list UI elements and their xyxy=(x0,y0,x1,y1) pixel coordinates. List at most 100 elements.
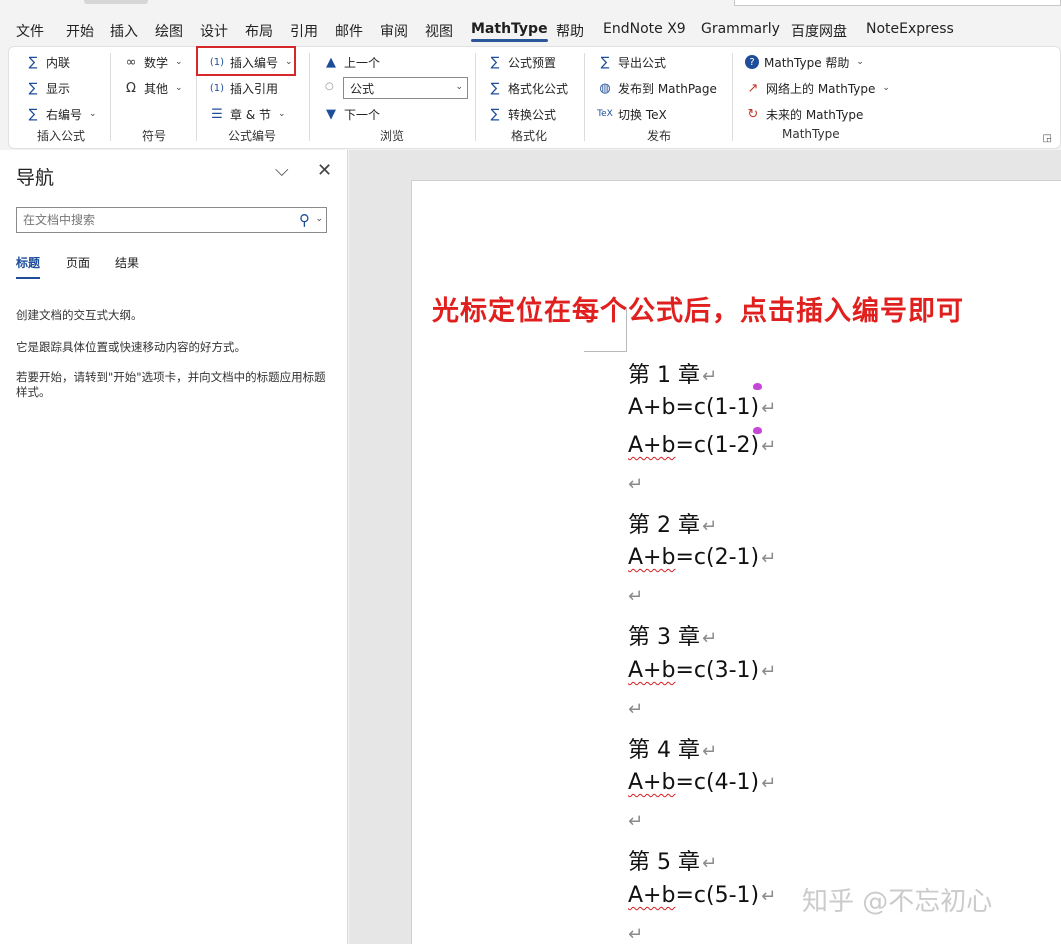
tab-design[interactable]: 设计 xyxy=(200,21,228,41)
paragraph-mark: ↵ xyxy=(761,436,777,457)
tab-home[interactable]: 开始 xyxy=(66,21,94,41)
paragraph-mark: ↵ xyxy=(701,741,718,762)
group-label-numbering: 公式编号 xyxy=(228,129,277,143)
omega-icon: Ω xyxy=(126,80,136,96)
document-canvas: 光标定位在每个公式后，点击插入编号即可 第 1 章 ↵ A+b=c(1-1) ↵ A+b… xyxy=(349,150,1061,944)
tab-draw[interactable]: 绘图 xyxy=(155,21,183,41)
nav-tab-results[interactable]: 结果 xyxy=(115,254,139,271)
nav-search-input[interactable] xyxy=(17,208,287,232)
tab-references[interactable]: 引用 xyxy=(290,21,318,41)
nav-search-box[interactable]: ⚲ ⌄ xyxy=(16,207,327,233)
nav-tab-headings[interactable]: 标题 xyxy=(16,254,41,279)
close-icon[interactable]: ✕ xyxy=(317,160,332,181)
publish-mathpage-button[interactable]: ◍ 发布到 MathPage xyxy=(593,77,721,99)
mathtype-help-button[interactable]: ? MathType 帮助 ⌄ xyxy=(741,51,868,73)
paragraph-mark: ↵ xyxy=(701,366,718,387)
nav-tab-pages[interactable]: 页面 xyxy=(66,254,90,271)
paragraph-mark: ↵ xyxy=(701,516,718,537)
sigma-convert-icon: ∑ xyxy=(490,106,500,122)
equation-text: A+b=c(5-1) xyxy=(628,883,760,908)
tab-view[interactable]: 视图 xyxy=(425,21,453,41)
infinity-icon: ∞ xyxy=(125,54,137,70)
equation-number-icon: (1) xyxy=(209,56,225,68)
sigma-display-icon: ∑ xyxy=(28,80,38,96)
next-equation-button[interactable]: ▼ 下一个 xyxy=(319,103,384,125)
nav-info-text: 创建文档的交互式大纲。 xyxy=(16,308,143,322)
other-symbols-button[interactable]: Ω 其他 ⌄ xyxy=(119,77,187,99)
globe-icon: ◍ xyxy=(599,80,611,96)
equation-text: A+b=c(2-1) xyxy=(628,545,760,570)
chevron-down-icon[interactable]: ⌵ xyxy=(275,160,289,181)
group-label-format: 格式化 xyxy=(511,129,548,143)
future-mathtype-button[interactable]: ↻ 未来的 MathType xyxy=(741,103,867,125)
dialog-launcher-icon[interactable]: ◲ xyxy=(1043,133,1052,144)
tab-noteexpress[interactable]: NoteExpress xyxy=(866,21,954,37)
nav-info-text: 若要开始，请转到"开始"选项卡，并向文档中的标题应用标题样式。 xyxy=(16,370,326,399)
equation-presets-button[interactable]: ∑ 公式预置 xyxy=(483,51,560,73)
nav-info-text: 它是跟踪具体位置或快速移动内容的好方式。 xyxy=(16,340,246,354)
tab-review[interactable]: 审阅 xyxy=(380,21,408,41)
empty-paragraph: ↵ xyxy=(628,924,644,944)
tab-mailings[interactable]: 邮件 xyxy=(335,21,363,41)
chapter-heading-text: 第 1 章 xyxy=(628,363,700,388)
group-label-symbols: 符号 xyxy=(142,129,167,143)
future-icon: ↻ xyxy=(747,106,759,122)
chevron-down-icon: ⌄ xyxy=(856,57,864,67)
tab-baidu-netdisk[interactable]: 百度网盘 xyxy=(791,21,847,41)
group-divider xyxy=(309,53,310,141)
chapter-heading-text: 第 3 章 xyxy=(628,625,700,650)
mathtype-ribbon: ∑ 内联 ∑ 显示 ∑ 右编号 ⌄ 插入公式 ∞ 数学 ⌄ Ω 其他 ⌄ 符号 … xyxy=(8,46,1061,149)
chevron-down-icon: ⌄ xyxy=(285,57,293,67)
document-page[interactable]: 光标定位在每个公式后，点击插入编号即可 第 1 章 ↵ A+b=c(1-1) ↵ A+b… xyxy=(411,180,1061,944)
empty-paragraph: ↵ xyxy=(628,474,644,495)
equation-line: A+b=c(2-1) ↵ xyxy=(628,545,776,570)
chapter-heading: 第 4 章 ↵ xyxy=(628,732,717,764)
empty-paragraph: ↵ xyxy=(628,586,644,607)
paragraph-mark: ↵ xyxy=(761,773,777,794)
watermark-text: 知乎 @不忘初心 xyxy=(802,887,993,917)
sigma-icon: ∑ xyxy=(28,54,38,70)
format-equations-button[interactable]: ∑ 格式化公式 xyxy=(483,77,572,99)
margin-corner-mark xyxy=(584,351,627,352)
chevron-down-icon[interactable]: ⌄ xyxy=(315,214,323,224)
toggle-tex-button[interactable]: TeX 切换 TeX xyxy=(593,103,671,125)
tab-file[interactable]: 文件 xyxy=(16,21,44,41)
tab-endnote[interactable]: EndNote X9 xyxy=(603,21,686,37)
nav-pane-title: 导航 xyxy=(16,167,55,189)
display-formula-button[interactable]: ∑ 显示 xyxy=(21,77,74,99)
tab-help[interactable]: 帮助 xyxy=(556,21,584,41)
paragraph-mark: ↵ xyxy=(701,853,718,874)
tab-insert[interactable]: 插入 xyxy=(110,21,138,41)
title-search-hint xyxy=(734,0,1061,6)
down-triangle-icon: ▼ xyxy=(326,106,336,122)
empty-paragraph: ↵ xyxy=(628,699,644,720)
insert-reference-button[interactable]: (1) 插入引用 xyxy=(205,77,282,99)
sigma-numbered-icon: ∑ xyxy=(28,106,38,122)
mathtype-online-button[interactable]: ↗ 网络上的 MathType ⌄ xyxy=(741,77,894,99)
paragraph-mark: ↵ xyxy=(761,661,777,682)
chapter-heading-text: 第 2 章 xyxy=(628,513,700,538)
quick-access-hint xyxy=(84,0,148,4)
insert-equation-number-button[interactable]: (1) 插入编号 ⌄ xyxy=(205,51,297,73)
chapter-section-button[interactable]: ☰ 章 & 节 ⌄ xyxy=(205,103,290,125)
list-icon: ☰ xyxy=(211,106,223,122)
equation-line: A+b=c(5-1) ↵ xyxy=(628,883,776,908)
chevron-down-icon: ⌄ xyxy=(882,83,890,93)
equation-line: A+b=c(1-2) ↵ xyxy=(628,433,776,458)
up-triangle-icon: ▲ xyxy=(326,54,336,70)
convert-equations-button[interactable]: ∑ 转换公式 xyxy=(483,103,560,125)
web-link-icon: ↗ xyxy=(747,80,759,96)
chapter-heading: 第 1 章 ↵ xyxy=(628,357,717,389)
export-equations-button[interactable]: ∑ 导出公式 xyxy=(593,51,670,73)
right-numbered-formula-button[interactable]: ∑ 右编号 ⌄ xyxy=(21,103,101,125)
search-icon[interactable]: ⚲ xyxy=(299,211,310,229)
group-divider xyxy=(110,53,111,141)
tab-grammarly[interactable]: Grammarly xyxy=(701,21,780,37)
tab-layout[interactable]: 布局 xyxy=(245,21,273,41)
chevron-down-icon: ⌄ xyxy=(278,109,286,119)
tab-mathtype[interactable]: MathType xyxy=(471,21,548,42)
previous-equation-button[interactable]: ▲ 上一个 xyxy=(319,51,384,73)
browse-type-dropdown[interactable]: 公式 ⌄ xyxy=(343,77,468,99)
math-symbols-button[interactable]: ∞ 数学 ⌄ xyxy=(119,51,187,73)
inline-formula-button[interactable]: ∑ 内联 xyxy=(21,51,74,73)
